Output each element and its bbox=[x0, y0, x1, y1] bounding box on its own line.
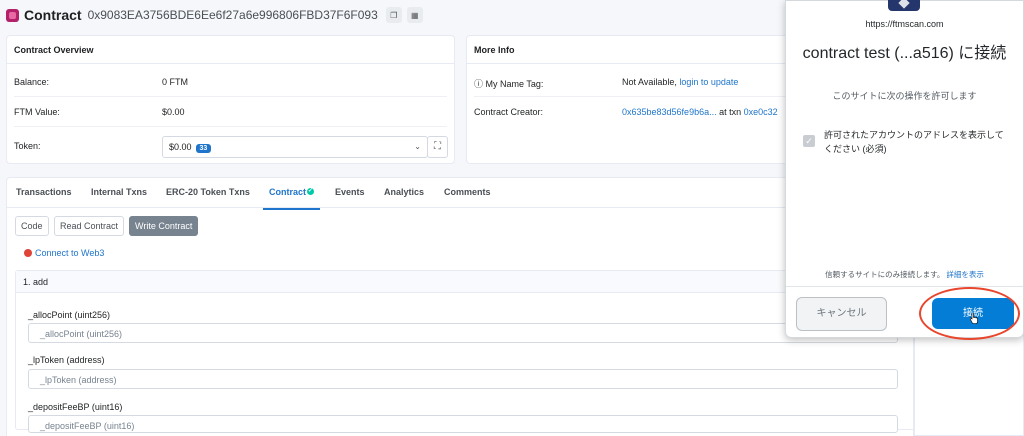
connect-web3-label: Connect to Web3 bbox=[35, 248, 105, 258]
cancel-button[interactable]: キャンセル bbox=[796, 297, 887, 331]
at-txn-label: at txn bbox=[719, 107, 742, 117]
copy-icon[interactable]: ❐ bbox=[385, 7, 402, 23]
contract-tabs-card: Transactions Internal Txns ERC-20 Token … bbox=[6, 177, 918, 436]
tab-contract-label: Contract bbox=[269, 187, 307, 197]
trust-text: 信頼するサイトにのみ接続します。 bbox=[825, 270, 945, 279]
tab-comments[interactable]: Comments bbox=[444, 187, 491, 197]
page-header: Contract 0x9083EA3756BDE6Ee6f27a6e996806… bbox=[6, 5, 428, 25]
param-label: _depositFeeBP (uint16) bbox=[28, 402, 123, 412]
contract-logo-icon bbox=[6, 8, 19, 22]
tab-bar: Transactions Internal Txns ERC-20 Token … bbox=[7, 178, 913, 210]
balance-label: Balance: bbox=[14, 77, 50, 87]
balance-value: 0 FTM bbox=[162, 77, 188, 87]
creator-label: Contract Creator: bbox=[474, 107, 544, 117]
token-select[interactable]: $0.00 33 ⌄ bbox=[162, 136, 428, 158]
function-add: 1. add _allocPoint (uint256) _allocPoint… bbox=[15, 270, 918, 433]
tab-events[interactable]: Events bbox=[335, 187, 365, 197]
permission-checkbox[interactable]: ✓ bbox=[803, 135, 815, 147]
wallet-logo-icon bbox=[888, 0, 920, 11]
tab-transactions[interactable]: Transactions bbox=[16, 187, 72, 197]
tab-erc20-token-txns[interactable]: ERC-20 Token Txns bbox=[166, 187, 250, 197]
chevron-down-icon: ⌄ bbox=[414, 142, 421, 151]
name-tag-value: Not Available, bbox=[622, 77, 677, 87]
creator-txn-link[interactable]: 0xe0c32 bbox=[744, 107, 778, 117]
contract-overview-card: Contract Overview Balance: 0 FTM FTM Val… bbox=[6, 35, 455, 164]
tab-analytics[interactable]: Analytics bbox=[384, 187, 424, 197]
deposit-fee-input[interactable]: _depositFeeBP (uint16) bbox=[28, 415, 898, 433]
write-contract-button[interactable]: Write Contract bbox=[129, 216, 199, 236]
popup-title: contract test (...a516) に接続 bbox=[802, 45, 1007, 62]
code-button[interactable]: Code bbox=[15, 216, 49, 236]
expand-icon[interactable]: ⛶ bbox=[427, 136, 448, 158]
side-panel bbox=[914, 330, 1024, 436]
qr-code-icon[interactable]: ▦ bbox=[406, 7, 423, 23]
ftm-value-value: $0.00 bbox=[162, 107, 185, 117]
token-count-badge: 33 bbox=[195, 144, 212, 153]
read-contract-button[interactable]: Read Contract bbox=[54, 216, 125, 236]
page-title: Contract bbox=[24, 7, 82, 23]
connect-web3-link[interactable]: Connect to Web3 bbox=[24, 248, 104, 258]
more-info-title: More Info bbox=[467, 36, 796, 64]
trust-notice: 信頼するサイトにのみ接続します。 詳細を表示 bbox=[786, 269, 1023, 280]
popup-subtitle: このサイトに次の操作を許可します bbox=[832, 91, 977, 101]
contract-address: 0x9083EA3756BDE6Ee6f27a6e996806FBD37F6F0… bbox=[87, 8, 378, 22]
tab-contract[interactable]: Contract ✓ bbox=[262, 187, 321, 210]
details-link[interactable]: 詳細を表示 bbox=[946, 270, 984, 279]
status-dot-icon bbox=[24, 249, 32, 257]
verified-check-icon: ✓ bbox=[307, 188, 315, 195]
param-label: _allocPoint (uint256) bbox=[28, 310, 111, 320]
help-icon: ⓘ bbox=[474, 79, 484, 89]
wallet-connect-popup: https://ftmscan.com contract test (...a5… bbox=[785, 0, 1024, 338]
token-label: Token: bbox=[14, 141, 41, 151]
site-origin: https://ftmscan.com bbox=[865, 19, 944, 29]
login-link[interactable]: login to update bbox=[679, 77, 738, 87]
token-value: $0.00 bbox=[169, 142, 192, 152]
creator-address-link[interactable]: 0x635be83d56fe9b6a... bbox=[622, 107, 717, 117]
ftm-value-label: FTM Value: bbox=[14, 107, 60, 117]
divider bbox=[786, 286, 1023, 287]
hand-cursor-icon bbox=[970, 313, 978, 324]
permission-text: 許可されたアカウントのアドレスを表示してください (必須) bbox=[824, 130, 1004, 154]
function-title[interactable]: 1. add bbox=[16, 271, 917, 293]
tab-internal-txns[interactable]: Internal Txns bbox=[91, 187, 147, 197]
lp-token-input[interactable]: _lpToken (address) bbox=[28, 369, 898, 389]
name-tag-label: My Name Tag: bbox=[485, 79, 544, 89]
param-label: _lpToken (address) bbox=[28, 355, 105, 365]
overview-title: Contract Overview bbox=[7, 36, 454, 64]
alloc-point-input[interactable]: _allocPoint (uint256) bbox=[28, 323, 898, 343]
more-info-card: More Info ⓘ My Name Tag: Not Available, … bbox=[466, 35, 796, 164]
